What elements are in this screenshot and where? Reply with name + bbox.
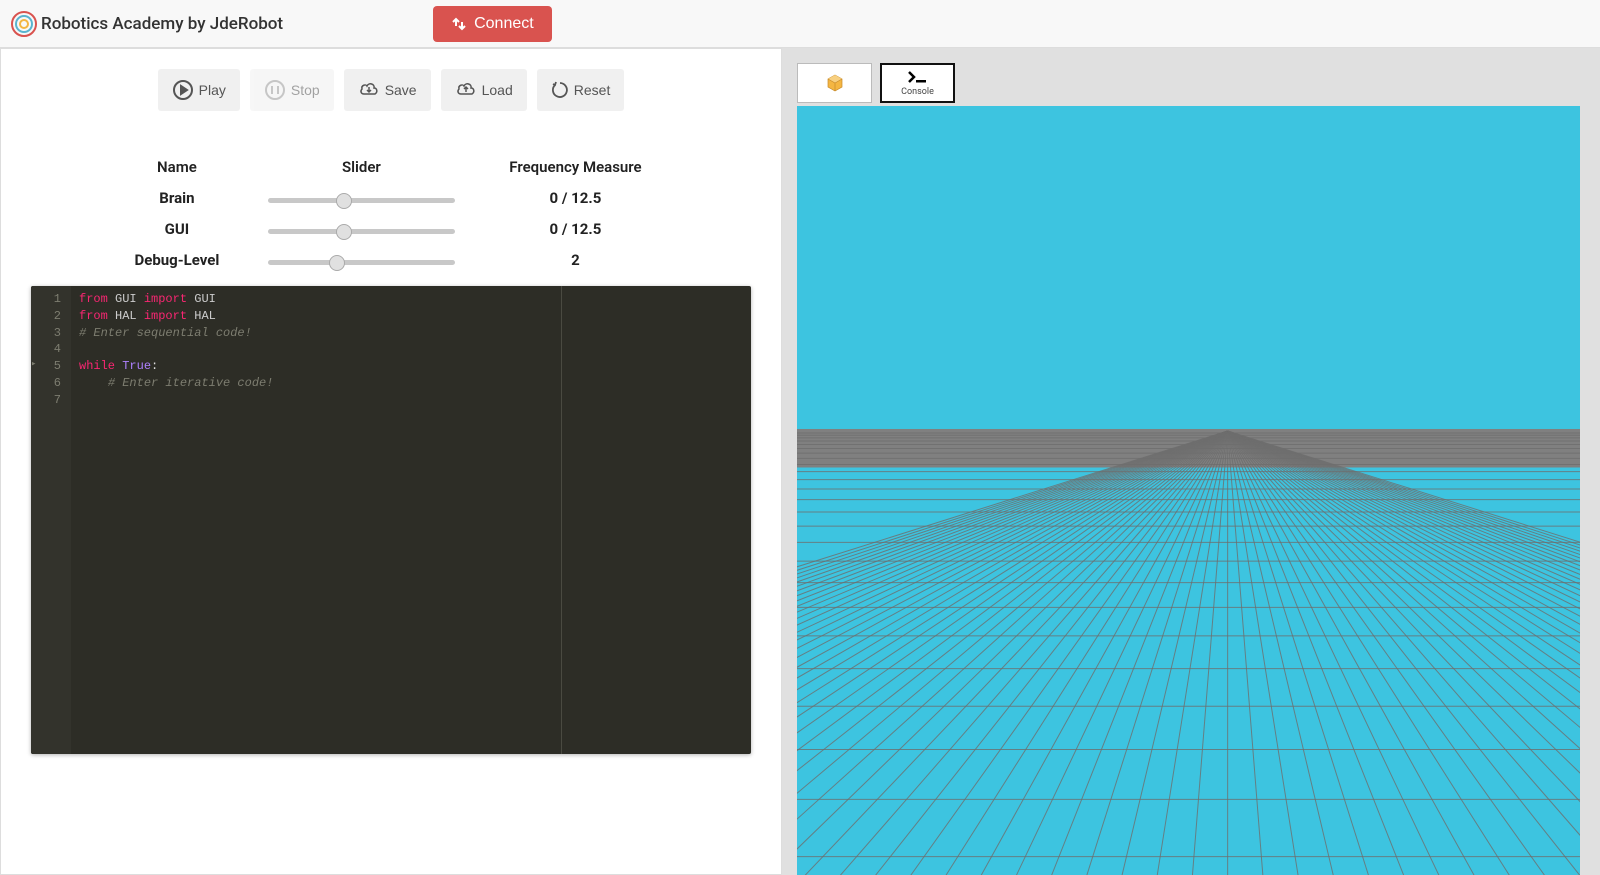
debug-value: 2: [462, 245, 689, 274]
line-num: 6: [41, 375, 61, 392]
simulation-viewport[interactable]: [797, 106, 1580, 875]
debug-slider[interactable]: [268, 260, 455, 265]
col-freq: Frequency Measure: [462, 153, 689, 181]
reset-icon: [551, 81, 569, 99]
gui-freq: 0 / 12.5: [462, 214, 689, 243]
gui-label: GUI: [93, 214, 261, 243]
reset-button[interactable]: Reset: [537, 69, 625, 111]
jderobot-logo-icon: [10, 10, 38, 38]
brain-label: Brain: [93, 183, 261, 212]
save-button[interactable]: Save: [344, 69, 431, 111]
view-3d-tab[interactable]: [797, 63, 872, 103]
code-editor[interactable]: 1 2 3 4 5 6 7 from GUI import GUI from H…: [31, 286, 751, 754]
console-tab[interactable]: Console: [880, 63, 955, 103]
app-title: Robotics Academy by JdeRobot: [41, 14, 283, 34]
line-num: 3: [41, 325, 61, 342]
play-icon: [172, 79, 194, 101]
line-num: 4: [41, 341, 61, 358]
view-tabs: Console: [797, 63, 1580, 103]
col-name: Name: [93, 153, 261, 181]
editor-gutter: 1 2 3 4 5 6 7: [31, 286, 71, 754]
connect-label: Connect: [474, 15, 534, 33]
reset-label: Reset: [574, 82, 611, 98]
header-bar: Robotics Academy by JdeRobot Connect: [0, 0, 1600, 48]
cube-icon: [825, 74, 845, 92]
editor-content[interactable]: from GUI import GUI from HAL import HAL …: [71, 286, 751, 754]
sim-grid: [797, 106, 1580, 875]
main-content: Play Stop Save: [0, 48, 1600, 875]
brain-slider[interactable]: [268, 198, 455, 203]
row-gui: GUI 0 / 12.5: [93, 214, 689, 243]
row-brain: Brain 0 / 12.5: [93, 183, 689, 212]
pause-icon: [264, 79, 286, 101]
connect-arrows-icon: [451, 16, 467, 32]
line-num: 2: [41, 308, 61, 325]
line-num: 7: [41, 392, 61, 409]
cloud-upload-icon: [455, 79, 477, 101]
save-label: Save: [385, 82, 417, 98]
col-slider: Slider: [263, 153, 460, 181]
line-num: 5: [41, 358, 61, 375]
stop-button: Stop: [250, 69, 334, 111]
play-label: Play: [199, 82, 226, 98]
brain-freq: 0 / 12.5: [462, 183, 689, 212]
line-num: 1: [41, 291, 61, 308]
load-button[interactable]: Load: [441, 69, 527, 111]
left-pane: Play Stop Save: [0, 48, 782, 875]
print-margin: [561, 286, 562, 754]
row-debug: Debug-Level 2: [93, 245, 689, 274]
play-button[interactable]: Play: [158, 69, 240, 111]
load-label: Load: [482, 82, 513, 98]
gui-slider[interactable]: [268, 229, 455, 234]
stop-label: Stop: [291, 82, 320, 98]
console-tab-label: Console: [901, 87, 934, 97]
editor-toolbar: Play Stop Save: [1, 49, 781, 121]
logo-title-group: Robotics Academy by JdeRobot: [10, 10, 283, 38]
cloud-download-icon: [358, 79, 380, 101]
debug-label: Debug-Level: [93, 245, 261, 274]
terminal-icon: [908, 69, 928, 87]
right-pane: Console: [782, 48, 1600, 875]
controls-table: Name Slider Frequency Measure Brain 0 / …: [91, 151, 691, 276]
connect-button[interactable]: Connect: [433, 6, 552, 42]
